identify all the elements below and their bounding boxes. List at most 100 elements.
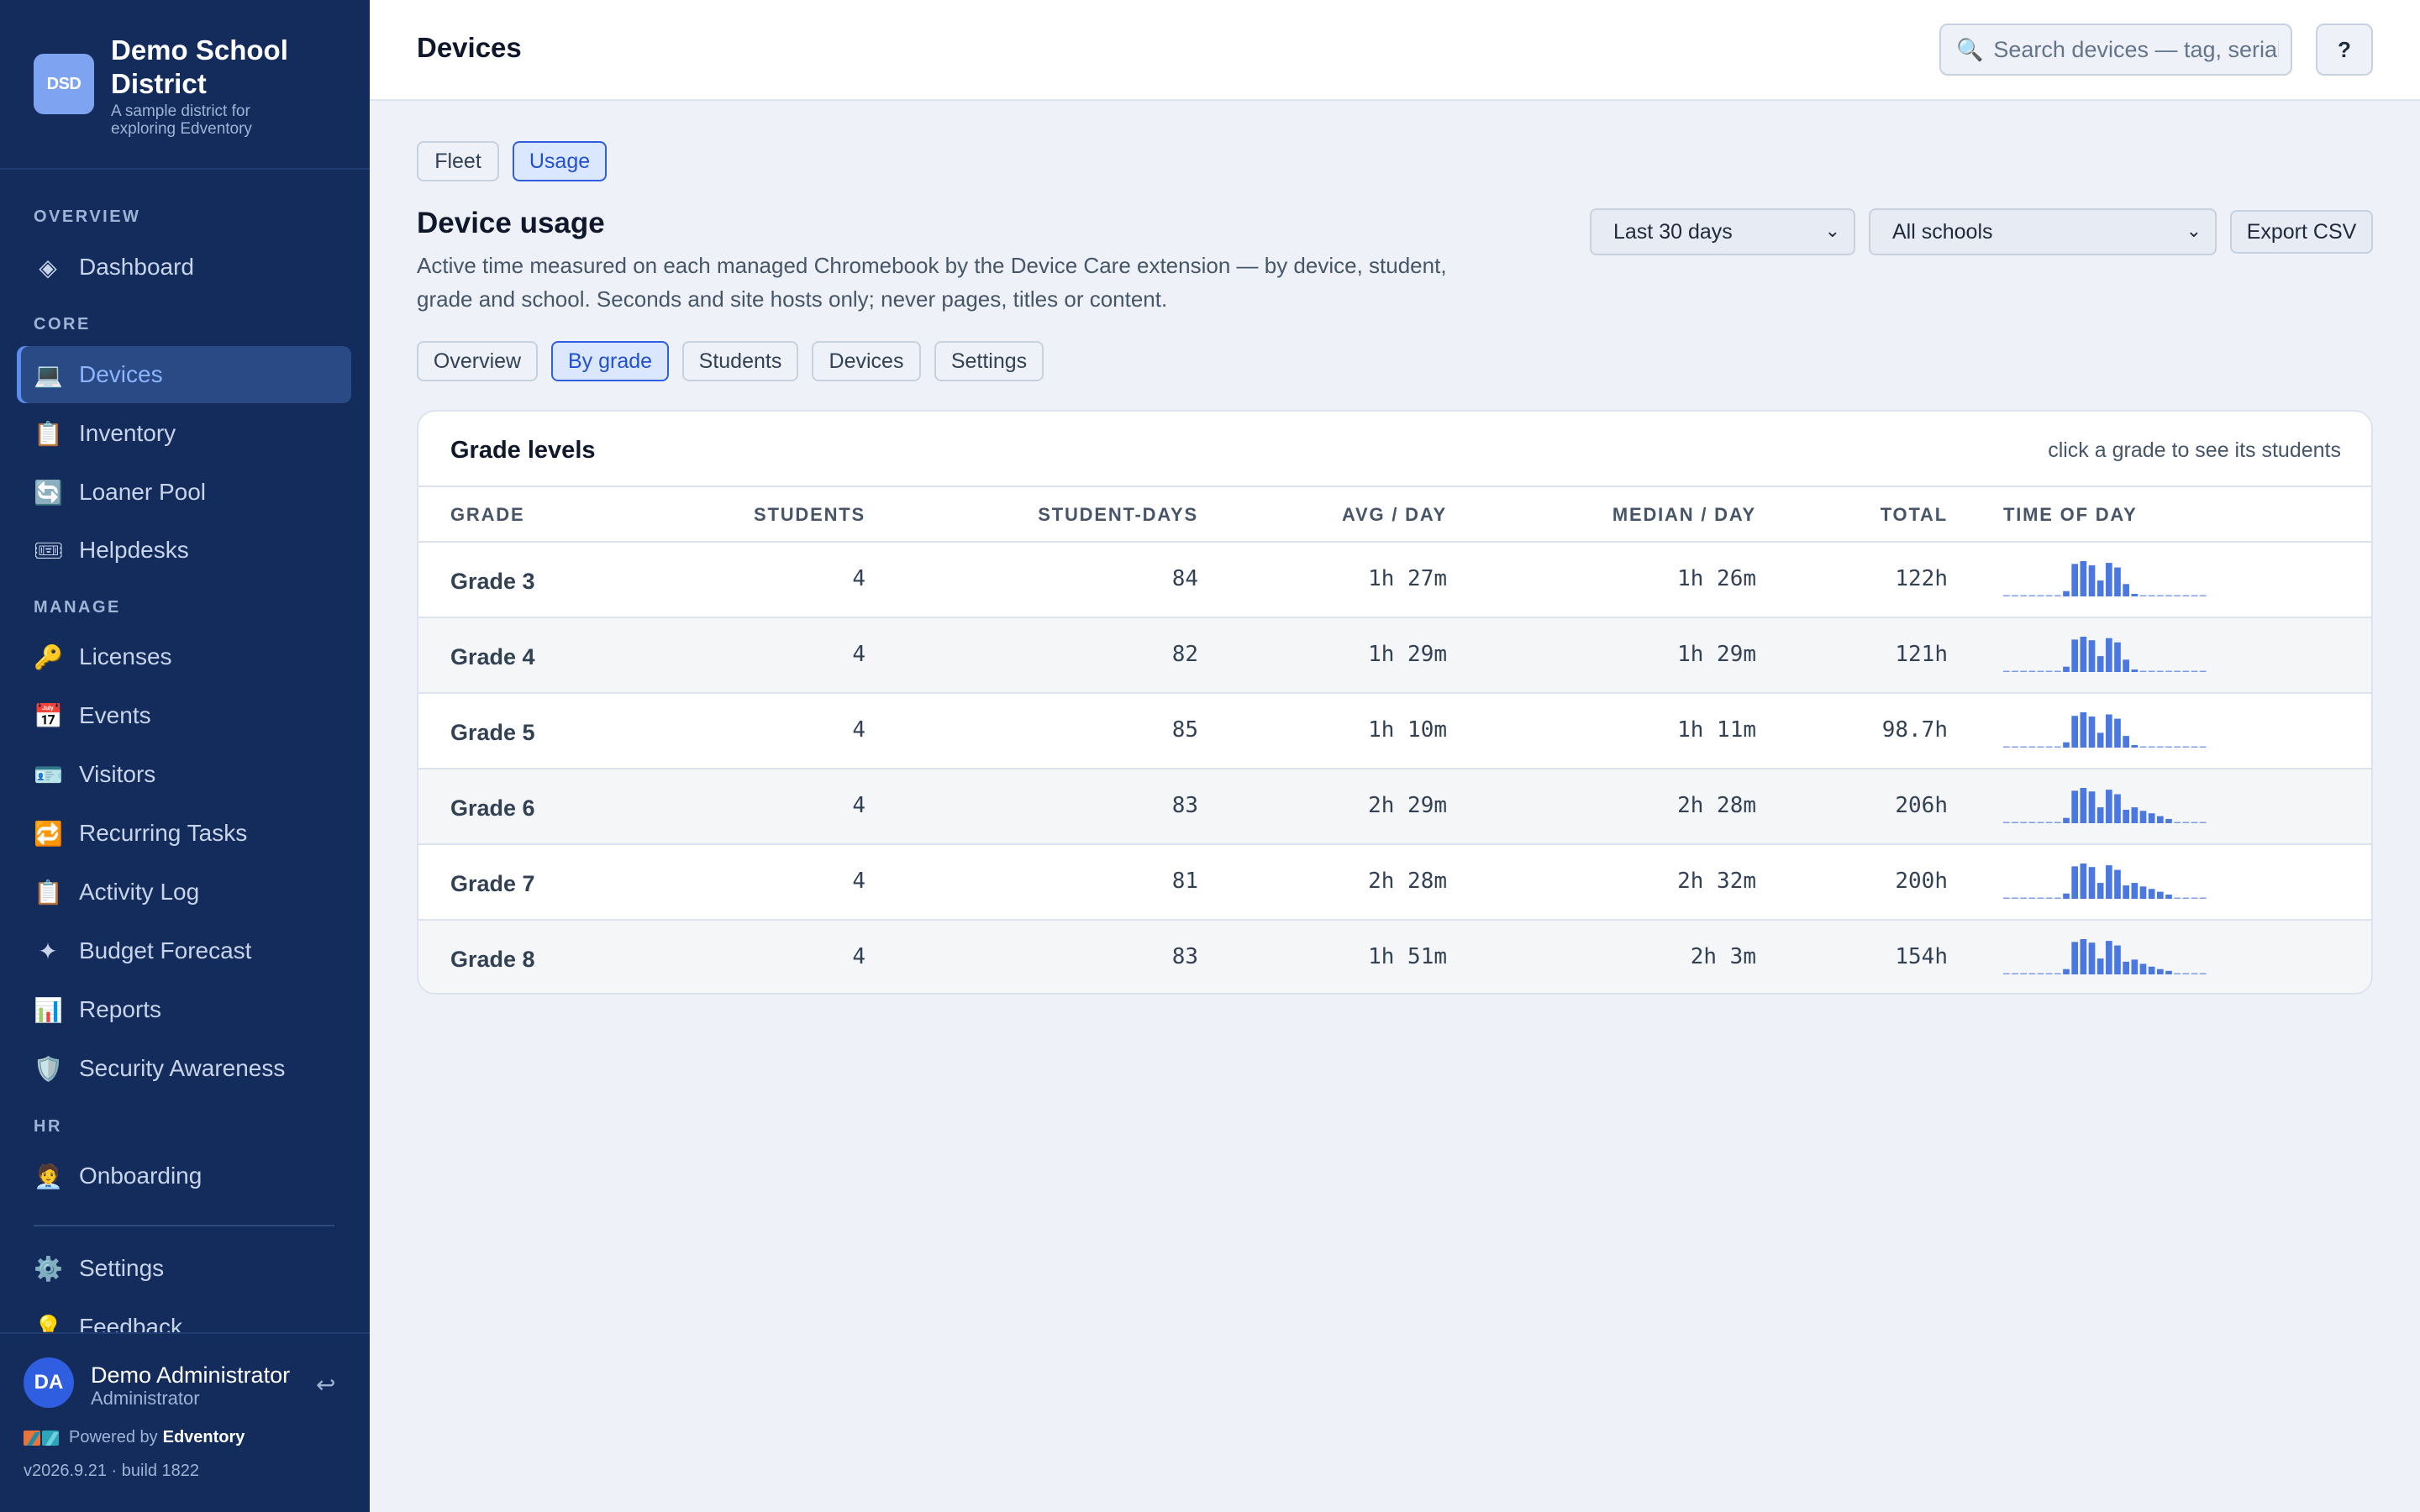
hour-bar	[2063, 969, 2070, 974]
grade-cell[interactable]: Grade 4	[450, 644, 535, 670]
powered-by: Powered by Edventory	[24, 1428, 245, 1447]
sidebar-scroll-area[interactable]: ⚙️ Settings 💡 Feedback	[0, 1226, 370, 1332]
column-header-median-day[interactable]: MEDIAN / DAY	[1612, 504, 1756, 526]
section-title: Device usage	[417, 207, 605, 239]
hour-bar	[2088, 565, 2096, 596]
hour-bar-empty	[2199, 822, 2207, 823]
sidebar-item-feedback[interactable]: 💡 Feedback	[17, 1299, 351, 1332]
median-day-cell: 2h 28m	[1677, 793, 1756, 818]
date-range-select[interactable]: Last 30 days ⌄	[1590, 208, 1855, 255]
hour-bar-empty	[2028, 822, 2036, 823]
school-select[interactable]: All schools ⌄	[1869, 208, 2217, 255]
tab-usage[interactable]: Usage	[513, 141, 607, 181]
sidebar-item-licenses[interactable]: 🔑 Licenses	[17, 628, 351, 685]
hour-bar	[2165, 818, 2172, 823]
hour-bar-empty	[2165, 670, 2172, 672]
hour-bar	[2080, 864, 2087, 899]
grade-cell[interactable]: Grade 6	[450, 795, 535, 822]
students-cell: 4	[852, 566, 865, 591]
subtab-students[interactable]: Students	[682, 341, 798, 381]
sidebar-item-settings[interactable]: ⚙️ Settings	[17, 1240, 351, 1297]
sidebar-item-security-awareness[interactable]: 🛡️ Security Awareness	[17, 1040, 351, 1097]
avg-day-cell: 1h 10m	[1368, 717, 1447, 743]
table-row[interactable]: Grade 3 4 84 1h 27m 1h 26m 122h	[418, 543, 2371, 618]
sidebar-item-label: Inventory	[79, 420, 176, 446]
student-days-cell: 83	[1171, 793, 1198, 818]
hour-bar-empty	[2045, 746, 2053, 748]
hour-bar-empty	[2191, 897, 2198, 899]
user-role: Administrator	[91, 1388, 200, 1409]
subtab-devices[interactable]: Devices	[812, 341, 921, 381]
sidebar-item-loaner-pool[interactable]: 🔄 Loaner Pool	[17, 464, 351, 521]
card-title: Grade levels	[450, 437, 596, 464]
students-cell: 4	[852, 642, 865, 667]
section-label-hr: HR	[34, 1117, 62, 1136]
hour-bar-empty	[2012, 670, 2018, 672]
table-row[interactable]: Grade 4 4 82 1h 29m 1h 29m 121h	[418, 618, 2371, 694]
hour-bar	[2139, 886, 2147, 899]
brand[interactable]: DSD Demo School District A sample distri…	[34, 34, 353, 143]
column-header-avg-day[interactable]: AVG / DAY	[1342, 504, 1447, 526]
column-header-total[interactable]: TOTAL	[1881, 504, 1948, 526]
hour-bar	[2106, 563, 2112, 596]
avatar[interactable]: DA	[24, 1357, 74, 1408]
hour-bar	[2088, 791, 2096, 823]
export-csv-button[interactable]: Export CSV	[2230, 210, 2373, 254]
hour-bar-empty	[2157, 595, 2164, 596]
hour-bar-empty	[2037, 670, 2044, 672]
tab-fleet[interactable]: Fleet	[417, 141, 499, 181]
sidebar-item-devices[interactable]: 💻 Devices	[17, 346, 351, 403]
sidebar-item-visitors[interactable]: 🪪 Visitors	[17, 746, 351, 803]
hour-bar	[2131, 959, 2139, 974]
hour-bar-empty	[2003, 897, 2010, 899]
shield-icon: 🛡️	[34, 1055, 63, 1082]
search-box[interactable]: 🔍	[1939, 24, 2292, 76]
lightbulb-icon: 💡	[34, 1314, 63, 1333]
sidebar-item-activity-log[interactable]: 📋 Activity Log	[17, 864, 351, 921]
subtab-settings[interactable]: Settings	[934, 341, 1044, 381]
hour-bar-empty	[2157, 746, 2164, 748]
powered-by-brand[interactable]: Edventory	[163, 1428, 245, 1447]
hour-bar	[2080, 939, 2087, 974]
grade-levels-card: Grade levels click a grade to see its st…	[417, 410, 2373, 995]
sidebar-item-label: Onboarding	[79, 1163, 203, 1189]
sidebar-item-onboarding[interactable]: 🧑‍💼 Onboarding	[17, 1147, 351, 1205]
grade-cell[interactable]: Grade 5	[450, 720, 535, 746]
hour-bar	[2080, 712, 2087, 748]
sidebar-item-events[interactable]: 📅 Events	[17, 687, 351, 744]
column-header-student-days[interactable]: STUDENT-DAYS	[1038, 504, 1198, 526]
logout-icon[interactable]: ↩	[316, 1371, 335, 1399]
sidebar-item-reports[interactable]: 📊 Reports	[17, 981, 351, 1038]
section-label-overview: OVERVIEW	[34, 207, 141, 226]
sidebar: DSD Demo School District A sample distri…	[0, 0, 370, 1512]
hour-bar-empty	[2028, 897, 2036, 899]
sidebar-item-inventory[interactable]: 📋 Inventory	[17, 405, 351, 462]
hour-bar	[2123, 961, 2129, 974]
time-of-day-sparkline	[2003, 788, 2207, 823]
sidebar-item-label: Security Awareness	[79, 1055, 286, 1081]
grade-cell[interactable]: Grade 3	[450, 569, 535, 595]
brand-name: Demo School District	[111, 34, 288, 99]
sidebar-item-helpdesks[interactable]: 🎟 Helpdesks	[17, 522, 351, 579]
hour-bar	[2071, 639, 2078, 672]
help-button[interactable]: ?	[2316, 24, 2373, 76]
grade-cell[interactable]: Grade 8	[450, 947, 535, 973]
column-header-grade[interactable]: GRADE	[450, 504, 524, 526]
sidebar-item-budget-forecast[interactable]: ✦ Budget Forecast	[17, 922, 351, 979]
sidebar-item-recurring-tasks[interactable]: 🔁 Recurring Tasks	[17, 805, 351, 862]
subtab-overview[interactable]: Overview	[417, 341, 538, 381]
hour-bar	[2088, 640, 2096, 672]
table-row[interactable]: Grade 7 4 81 2h 28m 2h 32m 200h	[418, 845, 2371, 921]
grade-cell[interactable]: Grade 7	[450, 871, 535, 897]
hour-bar-empty	[2054, 822, 2061, 823]
subtab-by-grade[interactable]: By grade	[551, 341, 669, 381]
search-input[interactable]	[1993, 36, 2280, 63]
table-row[interactable]: Grade 5 4 85 1h 10m 1h 11m 98.7h	[418, 694, 2371, 769]
column-header-students[interactable]: STUDENTS	[754, 504, 865, 526]
sidebar-item-dashboard[interactable]: ◈ Dashboard	[17, 239, 351, 296]
table-row[interactable]: Grade 8 4 83 1h 51m 2h 3m 154h	[418, 921, 2371, 993]
students-cell: 4	[852, 717, 865, 743]
hour-bar	[2096, 807, 2104, 823]
table-row[interactable]: Grade 6 4 83 2h 29m 2h 28m 206h	[418, 769, 2371, 845]
hour-bar-empty	[2012, 822, 2018, 823]
